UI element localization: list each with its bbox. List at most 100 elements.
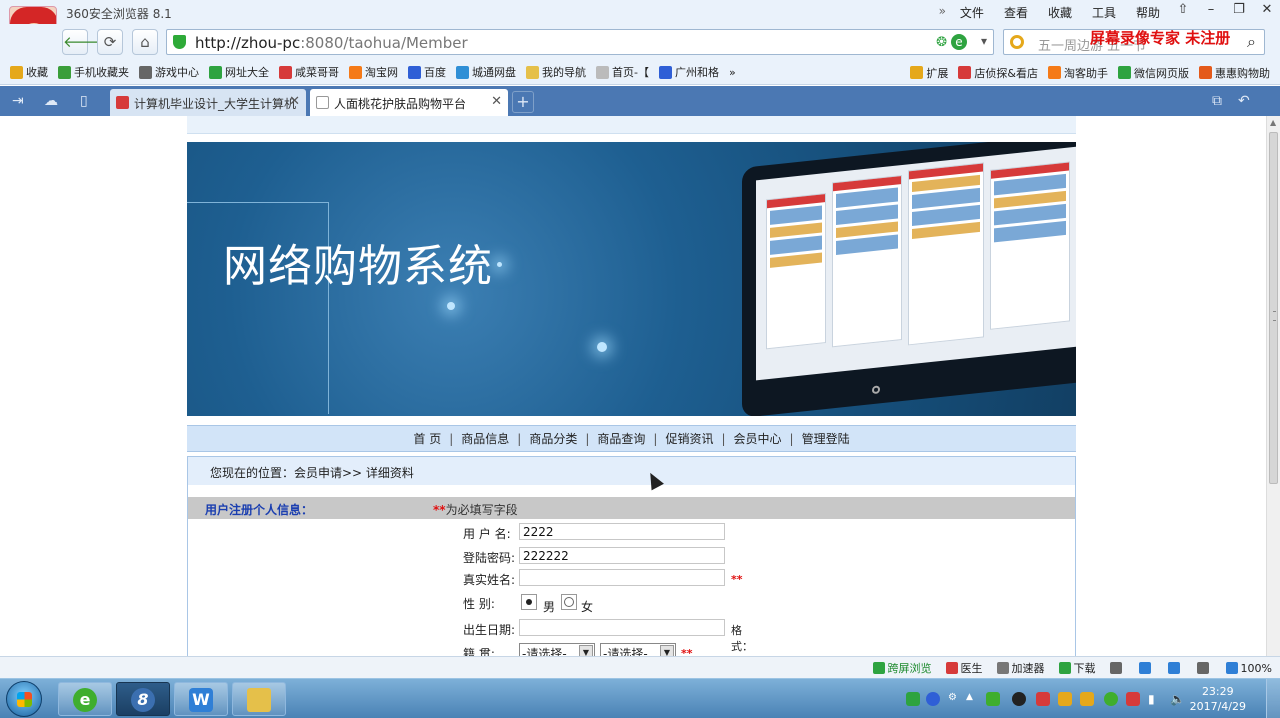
scroll-up-icon[interactable]: ▲ [1270,118,1276,127]
bookmark-item[interactable]: 网址大全 [209,64,269,80]
status-label: 加速器 [1011,662,1045,675]
nav-link[interactable]: 管理登陆 [794,430,858,447]
tiger-icon[interactable] [1058,692,1072,706]
sound-icon [1196,662,1209,674]
help-icon[interactable] [926,692,940,706]
close-icon[interactable]: ✕ [1260,2,1274,17]
tab-close-icon[interactable]: ✕ [491,94,502,109]
nav-link[interactable]: 商品信息 [453,430,517,447]
menu-item[interactable]: 收藏 [1048,4,1072,21]
start-button[interactable] [6,681,42,717]
username-input[interactable]: 2222 [519,523,725,540]
clock[interactable]: 23:29 2017/4/29 [1190,684,1246,714]
vertical-scrollbar[interactable]: ▲ [1266,116,1280,656]
bookmark-item[interactable]: 淘客助手 [1048,65,1108,81]
bookmark-item[interactable]: 首页-【 [596,64,649,80]
nav-link[interactable]: 会员中心 [726,430,790,447]
status-item[interactable] [1138,662,1154,674]
menu-item[interactable]: 查看 [1004,4,1028,21]
nav-link[interactable]: 商品查询 [589,430,653,447]
bookmark-item[interactable]: 惠惠购物助 [1199,65,1270,81]
show-desktop-button[interactable] [1266,679,1280,718]
province-select[interactable]: -请选择- ▼ [519,643,595,656]
bookmark-item[interactable]: 微信网页版 [1118,65,1189,81]
menu-item[interactable]: 文件 [960,4,984,21]
settings-icon[interactable]: ⚙ [948,692,962,706]
usb-icon[interactable] [1126,692,1140,706]
taskbar-recorder-button[interactable]: 8 [116,682,170,716]
taskbar-explorer-button[interactable] [232,682,286,716]
menu-more-icon[interactable]: » [939,4,946,21]
bookmark-item[interactable]: 游戏中心 [139,64,199,80]
nav-link[interactable]: 促销资讯 [657,430,721,447]
chevron-down-icon[interactable]: ▾ [981,34,987,48]
sogou-icon[interactable] [906,692,920,706]
cloud-icon[interactable]: ☁ [44,93,58,109]
birthday-input[interactable] [519,619,725,636]
tab-list-icon[interactable]: ⧉ [1212,93,1222,109]
new-tab-button[interactable]: + [512,91,534,113]
bookmark-item[interactable]: 城通网盘 [456,64,516,80]
status-item[interactable]: 下载 [1058,660,1096,676]
bookmark-item[interactable]: 广州和格 [658,64,719,80]
ie-mode-icon[interactable]: e [951,34,967,50]
refresh-button[interactable]: ⟳ [97,29,123,55]
status-item[interactable]: 加速器 [996,660,1045,676]
gender-female-radio[interactable] [561,594,577,610]
bookmarks-more-icon[interactable]: » [729,66,736,79]
antivirus-icon[interactable] [1036,692,1050,706]
wifi-signal-icon[interactable]: ▮ [1148,692,1162,706]
restore-icon[interactable]: ❐ [1232,2,1246,17]
taskbar-ie-button[interactable]: e [58,682,112,716]
bookmark-item[interactable]: 咸菜哥哥 [279,64,339,80]
reload-icon[interactable]: ❂ [936,35,947,50]
bookmark-item[interactable]: 我的导航 [526,64,586,80]
address-bar[interactable]: http://zhou-pc:8080/taohua/Member ❂ e ▾ [166,29,994,55]
url-text[interactable]: http://zhou-pc:8080/taohua/Member [195,34,468,52]
bookmark-item[interactable]: 店侦探&看店 [958,65,1038,81]
bookmark-item[interactable]: 淘宝网 [349,64,398,80]
back-button[interactable]: 🡐 [62,29,103,55]
tab-active[interactable]: 人面桃花护肤品购物平台 ✕ [310,89,508,116]
minimize-icon[interactable]: – [1204,2,1218,17]
undo-close-icon[interactable]: ↶ [1238,93,1250,109]
status-item[interactable]: 医生 [945,660,983,676]
status-item[interactable] [1196,662,1212,674]
menu-item[interactable]: 工具 [1092,4,1116,21]
tiger-icon[interactable] [1080,692,1094,706]
search-engine-icon[interactable] [1010,35,1024,49]
city-select[interactable]: -请选择- ▼ [600,643,676,656]
network-monitor-icon[interactable] [986,692,1000,706]
realname-input[interactable] [519,569,725,586]
phone-icon[interactable]: ▯ [80,93,88,109]
taskbar-wps-button[interactable]: W [174,682,228,716]
sidebar-toggle-icon[interactable]: ⇥ [12,93,24,109]
scrollbar-thumb[interactable] [1269,132,1278,484]
nav-link[interactable]: 商品分类 [521,430,585,447]
tray-expand-icon[interactable]: ▲ [966,692,980,706]
status-item[interactable]: 100% [1225,662,1272,675]
home-button[interactable]: ⌂ [132,29,158,55]
flag-icon [1109,662,1122,674]
password-input[interactable]: 222222 [519,547,725,564]
tab-inactive[interactable]: 计算机毕业设计_大学生计算机 ✕ [110,89,306,116]
nav-link[interactable]: 首 页 [405,430,449,447]
gender-male-radio[interactable] [521,594,537,610]
bookmark-item[interactable]: 手机收藏夹 [58,64,129,80]
volume-icon[interactable]: 🔈 [1170,692,1185,706]
skin-icon[interactable]: ⇧ [1176,2,1190,17]
qq-icon[interactable] [1012,692,1026,706]
status-item[interactable] [1167,662,1183,674]
status-item[interactable] [1109,662,1125,674]
doctor-icon [945,662,958,674]
bookmark-item[interactable]: 百度 [408,64,446,80]
menu-item[interactable]: 帮助 [1136,4,1160,21]
360-guard-icon[interactable] [1104,692,1118,706]
search-icon[interactable]: ⌕ [1247,32,1256,52]
required-star: ** [731,573,743,586]
bookmark-item[interactable]: 收藏 [10,64,48,80]
earth-icon [209,65,222,79]
tab-close-icon[interactable]: ✕ [289,94,300,109]
status-item[interactable]: 跨屏浏览 [872,660,932,676]
bookmark-item[interactable]: 扩展 [910,65,948,81]
